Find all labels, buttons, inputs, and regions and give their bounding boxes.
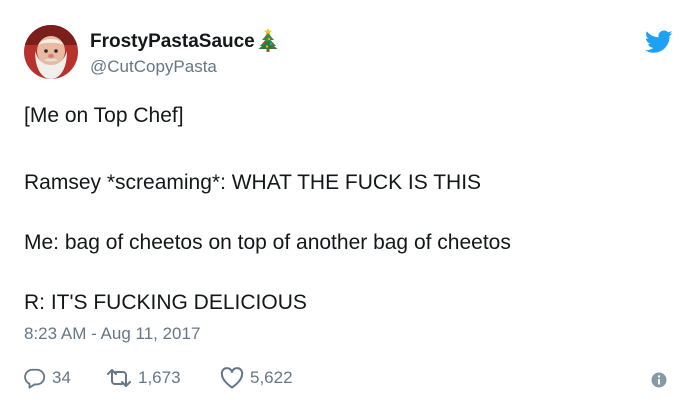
display-name-text: FrostyPastaSauce (90, 31, 255, 52)
like-count: 5,622 (250, 368, 293, 387)
tweet-timestamp[interactable]: 8:23 AM - Aug 11, 2017 (24, 324, 200, 344)
tweet-text-line-1: [Me on Top Chef] (24, 104, 184, 127)
twitter-bird-icon[interactable] (644, 30, 673, 54)
tweet-text-line-3: Me: bag of cheetos on top of another bag… (24, 231, 511, 254)
retweet-button[interactable]: 1,673 (106, 367, 220, 389)
user-handle[interactable]: @CutCopyPasta (90, 57, 217, 77)
retweet-count: 1,673 (138, 368, 181, 387)
christmas-tree-icon (258, 28, 278, 52)
heart-icon (220, 367, 244, 389)
tweet-text-line-4: R: IT'S FUCKING DELICIOUS (24, 291, 307, 314)
reply-count: 34 (52, 368, 71, 387)
tweet-card: FrostyPastaSauce @CutCopyPasta [Me on To… (0, 0, 700, 407)
avatar[interactable] (24, 25, 78, 79)
tweet-actions: 34 1,673 5,622 (24, 364, 340, 392)
reply-button[interactable]: 34 (24, 367, 106, 389)
like-button[interactable]: 5,622 (220, 367, 340, 389)
retweet-icon (106, 367, 132, 389)
tweet-text-line-2: Ramsey *screaming*: WHAT THE FUCK IS THI… (24, 171, 482, 194)
info-icon[interactable] (651, 372, 667, 388)
reply-icon (24, 367, 46, 389)
display-name[interactable]: FrostyPastaSauce (90, 28, 278, 54)
